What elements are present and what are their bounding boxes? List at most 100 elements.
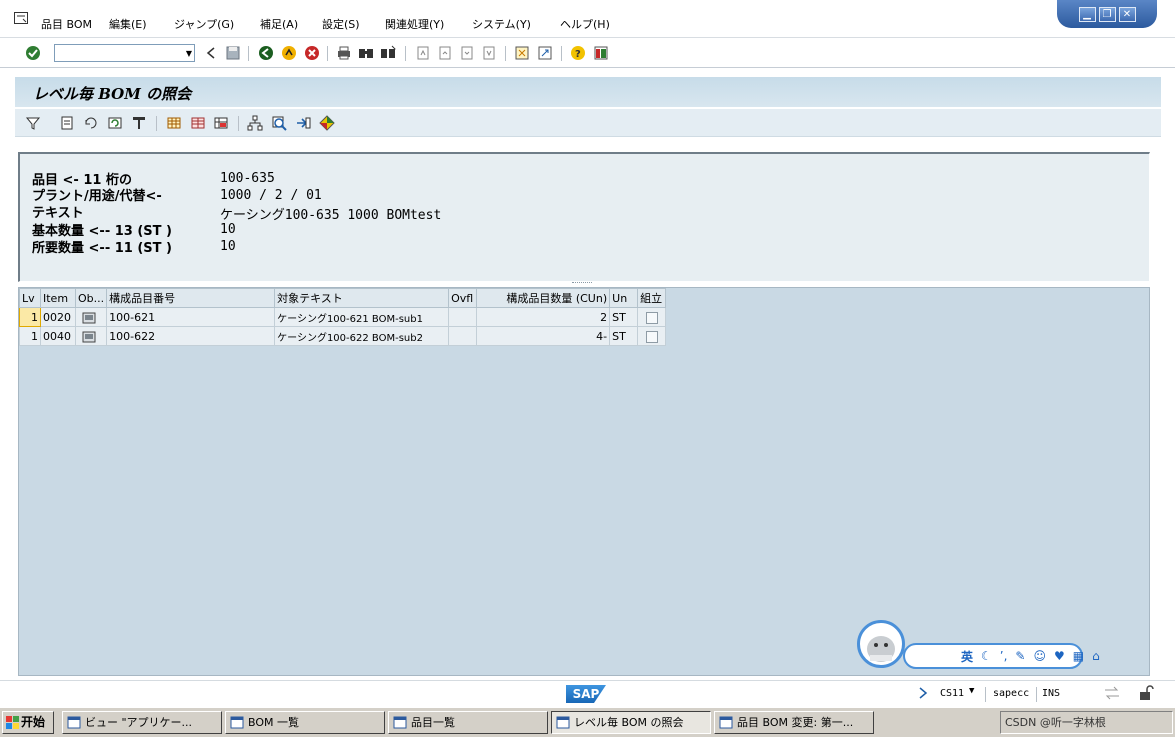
taskbar-item-active[interactable]: レベル毎 BOM の照会: [551, 711, 711, 734]
taskbar-item-label: BOM 一覧: [248, 716, 299, 729]
column-header-object-type[interactable]: Ob...: [74, 288, 108, 308]
column-header-lv[interactable]: Lv: [19, 288, 41, 308]
ime-mode-label[interactable]: 英: [961, 648, 973, 665]
layout-icon[interactable]: [213, 115, 229, 131]
column-header-assembly[interactable]: 組立: [637, 288, 667, 308]
overflow-cell[interactable]: [448, 326, 478, 346]
last-page-icon[interactable]: [481, 45, 497, 61]
grid-icon[interactable]: [166, 115, 182, 131]
previous-page-icon[interactable]: [437, 45, 453, 61]
column-header-unit[interactable]: Un: [609, 288, 639, 308]
shortcut-icon[interactable]: [537, 45, 553, 61]
menu-item-environment[interactable]: 関連処理(Y): [385, 16, 444, 32]
skin-icon[interactable]: ♥: [1054, 649, 1065, 663]
component-cell[interactable]: 100-622: [106, 326, 276, 346]
column-header-component[interactable]: 構成品目番号: [106, 288, 276, 308]
component-quantity-cell[interactable]: 4-: [476, 326, 611, 346]
punctuation-icon[interactable]: ’,: [1000, 649, 1008, 663]
find-icon[interactable]: [358, 45, 374, 61]
text-value: ケーシング100-635 1000 BOMtest: [220, 208, 442, 223]
layout-menu-icon[interactable]: [593, 45, 609, 61]
save-icon[interactable]: [225, 45, 241, 61]
apps-grid-icon[interactable]: ▦: [1073, 649, 1084, 663]
find-next-icon[interactable]: [380, 45, 396, 61]
refresh-icon[interactable]: [107, 115, 123, 131]
status-separator: [1036, 687, 1037, 702]
menu-item-extras[interactable]: 補足(A): [260, 16, 298, 32]
columns-icon[interactable]: [190, 115, 206, 131]
object-text-cell[interactable]: ケーシング100-622 BOM-sub2: [274, 326, 450, 346]
text-label: テキスト: [32, 206, 84, 221]
new-session-icon[interactable]: [514, 45, 530, 61]
start-button[interactable]: 开始: [2, 711, 54, 734]
navigate-icon[interactable]: [295, 115, 311, 131]
filter-icon[interactable]: [25, 115, 41, 131]
status-expand-icon[interactable]: [918, 687, 928, 699]
menu-item-settings[interactable]: 設定(S): [322, 16, 360, 32]
moon-icon[interactable]: ☾: [981, 649, 992, 663]
emoji-icon[interactable]: ☺: [1033, 649, 1046, 663]
column-header-item[interactable]: Item: [40, 288, 76, 308]
toolbar-separator: [405, 46, 406, 61]
menu-item-material-bom[interactable]: 品目 BOM: [41, 16, 92, 32]
ime-avatar-icon[interactable]: [857, 620, 905, 668]
column-header-component-quantity[interactable]: 構成品目数量 (CUn): [476, 288, 611, 308]
first-page-icon[interactable]: [415, 45, 431, 61]
table-row[interactable]: 1 0020 100-621 ケーシング100-621 BOM-sub1 2 S…: [19, 307, 667, 327]
print-icon[interactable]: [336, 45, 352, 61]
taskbar-item[interactable]: 品目一覧: [388, 711, 548, 734]
next-page-icon[interactable]: [459, 45, 475, 61]
column-header-object-text[interactable]: 対象テキスト: [274, 288, 450, 308]
search-icon[interactable]: [271, 115, 287, 131]
transaction-dropdown-icon[interactable]: ▼: [969, 686, 974, 696]
overflow-cell[interactable]: [448, 307, 478, 327]
assembly-checkbox[interactable]: [646, 330, 659, 343]
back-icon[interactable]: [258, 45, 274, 61]
help-icon[interactable]: ?: [570, 45, 586, 61]
assembly-checkbox[interactable]: [646, 311, 659, 324]
menu-item-goto[interactable]: ジャンプ(G): [174, 16, 234, 32]
unit-cell[interactable]: ST: [609, 307, 639, 327]
level-cell[interactable]: 1: [19, 326, 41, 346]
menu-item-edit[interactable]: 編集(E): [109, 16, 147, 32]
detail-icon[interactable]: [59, 115, 75, 131]
close-button[interactable]: ✕: [1118, 6, 1136, 22]
chevron-down-icon[interactable]: ▼: [186, 49, 192, 58]
window-menu-icon[interactable]: [14, 12, 28, 24]
cancel-icon[interactable]: [304, 45, 320, 61]
enter-check-icon[interactable]: [25, 45, 41, 61]
unit-cell[interactable]: ST: [609, 326, 639, 346]
minimize-button[interactable]: ▁: [1078, 6, 1096, 22]
taskbar-item[interactable]: BOM 一覧: [225, 711, 385, 734]
menu-item-help[interactable]: ヘルプ(H): [560, 16, 610, 32]
taskbar-item[interactable]: 品目 BOM 変更: 第一...: [714, 711, 874, 734]
collapse-icon[interactable]: [203, 45, 219, 61]
component-cell[interactable]: 100-621: [106, 307, 276, 327]
menu-item-system[interactable]: システム(Y): [472, 16, 531, 32]
taskbar-item[interactable]: ビュー "アプリケー...: [62, 711, 222, 734]
level-cell[interactable]: 1: [19, 307, 41, 327]
command-field[interactable]: ▼: [54, 44, 195, 62]
object-type-cell[interactable]: [74, 307, 108, 327]
table-view-icon[interactable]: [131, 115, 147, 131]
object-text-cell[interactable]: ケーシング100-621 BOM-sub1: [274, 307, 450, 327]
column-header-overflow[interactable]: Ovfl: [448, 288, 478, 308]
table-row[interactable]: 1 0040 100-622 ケーシング100-622 BOM-sub2 4- …: [19, 326, 667, 346]
item-number-cell[interactable]: 0020: [40, 307, 76, 327]
taskbar-item-label: レベル毎 BOM の照会: [574, 716, 684, 729]
svg-text:?: ?: [575, 49, 581, 60]
splitter-handle[interactable]: [572, 282, 592, 285]
restore-button[interactable]: ❐: [1098, 6, 1116, 22]
component-quantity-cell[interactable]: 2: [476, 307, 611, 327]
object-type-cell[interactable]: [74, 326, 108, 346]
assembly-cell: [637, 326, 667, 346]
lock-status-icon[interactable]: [1138, 685, 1154, 701]
content-area: レベル毎 BOM の照会 品目 <- 11 桁の 100-635 プラント/用途…: [0, 69, 1175, 680]
where-used-icon[interactable]: [83, 115, 99, 131]
lock-icon[interactable]: ⌂: [1092, 649, 1100, 663]
exit-icon[interactable]: [281, 45, 297, 61]
hierarchy-icon[interactable]: [247, 115, 263, 131]
expand-all-icon[interactable]: [319, 115, 335, 131]
wrench-icon[interactable]: ✎: [1015, 649, 1025, 663]
item-number-cell[interactable]: 0040: [40, 326, 76, 346]
